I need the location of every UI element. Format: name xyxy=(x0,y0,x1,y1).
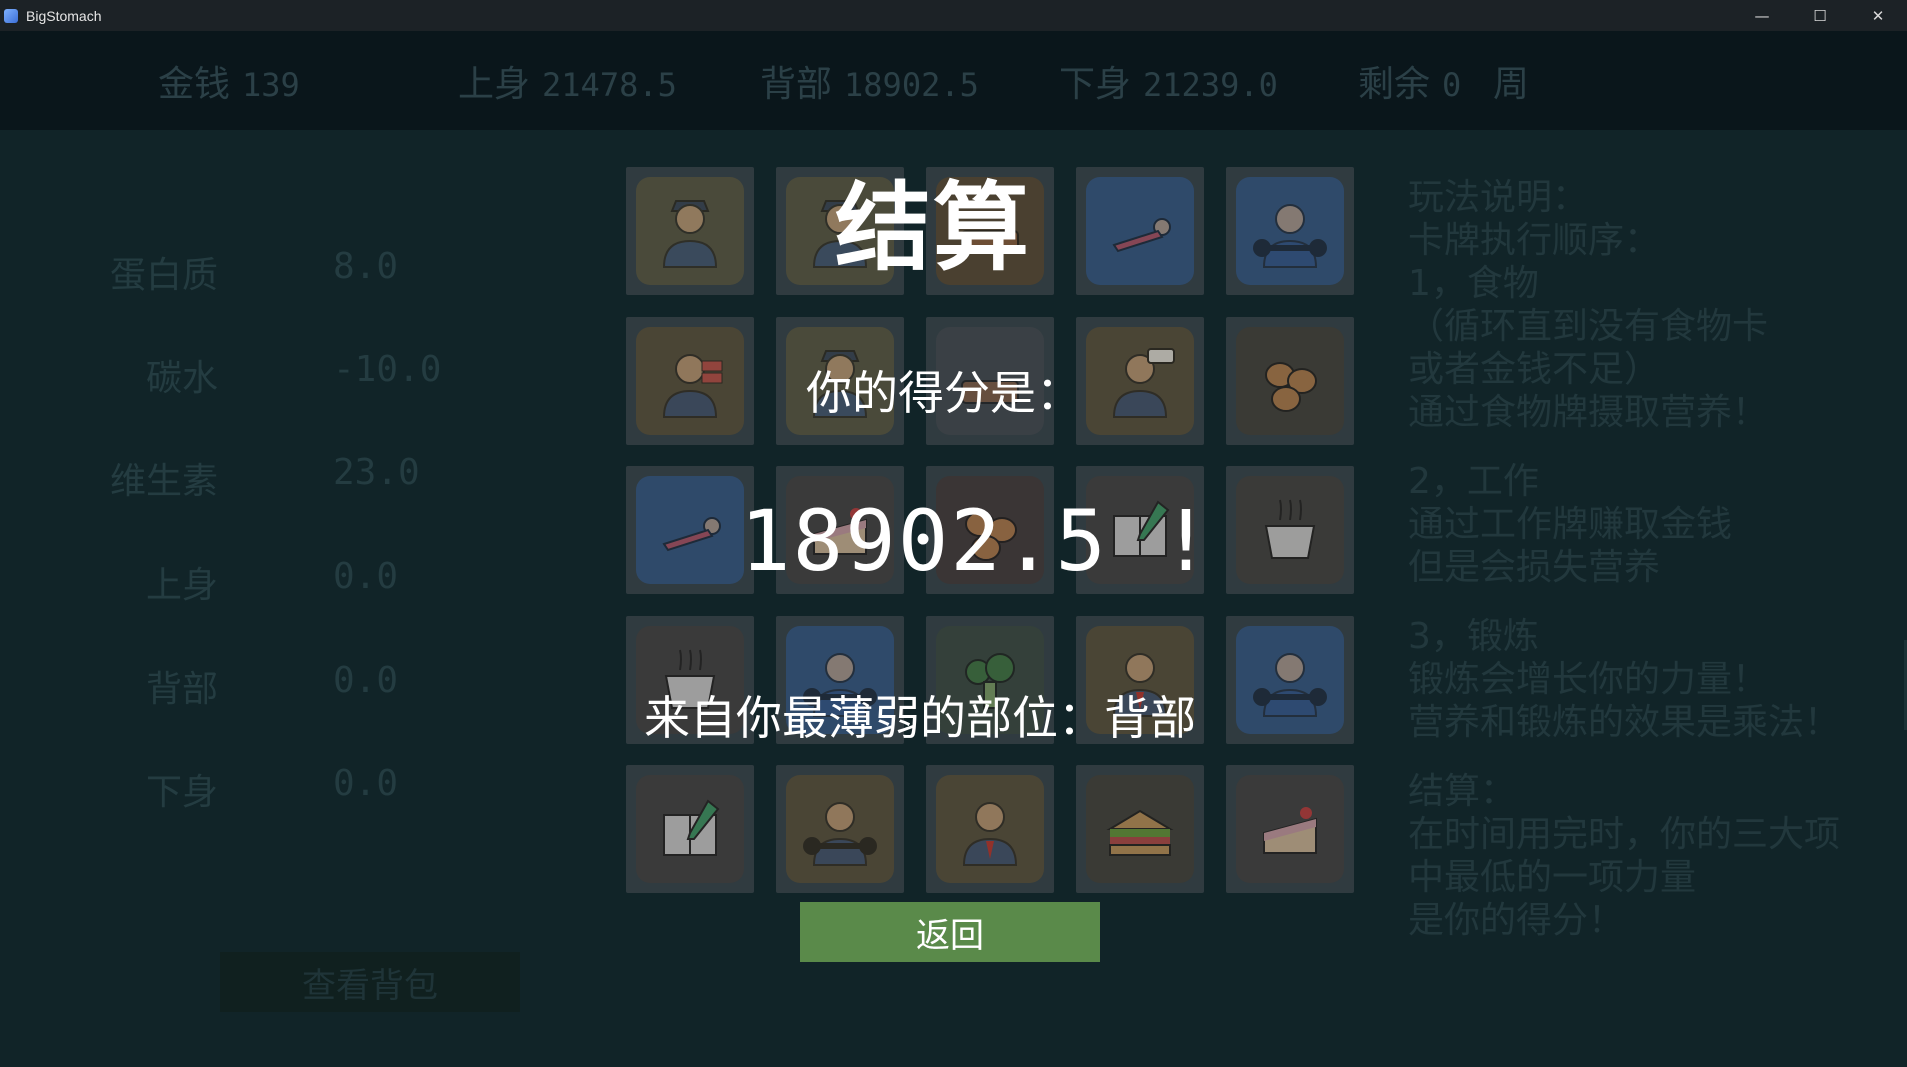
stat-remaining-weeks: 剩余 0 周 xyxy=(1358,64,1529,105)
rules-line: （循环直到没有食物卡 xyxy=(1408,306,1769,347)
businessman-icon xyxy=(936,775,1044,883)
rules-line: 1，食物 xyxy=(1408,263,1539,304)
rules-line: 营养和锻炼的效果是乘法！ xyxy=(1408,702,1841,743)
stat-back: 背部 18902.5 xyxy=(760,64,979,105)
stat-upper-body: 上身 21478.5 xyxy=(458,64,677,105)
card-slot[interactable] xyxy=(1226,466,1354,594)
window-controls: — ☐ ✕ xyxy=(1733,0,1907,31)
police-officer-icon xyxy=(636,177,744,285)
cake-slice-icon xyxy=(1236,775,1344,883)
rules-line xyxy=(1408,434,1907,460)
minimize-button[interactable]: — xyxy=(1733,0,1791,31)
rules-line: 通过工作牌赚取金钱 xyxy=(1408,504,1733,545)
window-title: BigStomach xyxy=(26,7,102,24)
card-slot[interactable] xyxy=(626,167,754,295)
card-slot[interactable] xyxy=(1076,167,1204,295)
rules-line: 卡牌执行顺序： xyxy=(1408,220,1661,261)
rules-line: 结算： xyxy=(1408,771,1517,812)
plank-exercise-icon xyxy=(1086,177,1194,285)
bricklayer-icon xyxy=(636,327,744,435)
rules-line: 2，工作 xyxy=(1408,461,1539,502)
rules-line: 但是会损失营养 xyxy=(1408,547,1661,588)
rules-line xyxy=(1408,744,1907,770)
final-score: 18902.5 ! xyxy=(740,492,1214,590)
close-button[interactable]: ✕ xyxy=(1849,0,1907,31)
nutrition-row: 背部 0.0 xyxy=(145,660,399,710)
nutrition-row: 上身 0.0 xyxy=(145,556,399,606)
score-label: 你的得分是： xyxy=(806,366,1082,420)
gym-coach-icon xyxy=(786,775,894,883)
sandwich-icon xyxy=(1086,775,1194,883)
maximize-button[interactable]: ☐ xyxy=(1791,0,1849,31)
rules-line: 3，锻炼 xyxy=(1408,616,1539,657)
noodle-bowl-icon xyxy=(1236,476,1344,584)
card-slot[interactable] xyxy=(1226,616,1354,744)
rules-line: 通过食物牌摄取营养！ xyxy=(1408,392,1769,433)
nutrition-row: 维生素 23.0 xyxy=(109,452,420,502)
stats-bar: 金钱 139 上身 21478.5 背部 18902.5 下身 21239.0 剩余 0 … xyxy=(0,31,1907,130)
rules-panel: 玩法说明： 卡牌执行顺序： 1，食物 （循环直到没有食物卡 或者金钱不足） 通过… xyxy=(1408,176,1907,942)
window-titlebar: BigStomach — ☐ ✕ xyxy=(0,0,1907,31)
pushup-icon xyxy=(636,476,744,584)
card-slot[interactable] xyxy=(626,765,754,893)
view-bag-button[interactable]: 查看背包 xyxy=(220,952,520,1012)
card-slot[interactable] xyxy=(1076,317,1204,445)
card-slot[interactable] xyxy=(776,765,904,893)
rules-line: 在时间用完时，你的三大项 xyxy=(1408,814,1841,855)
return-button[interactable]: 返回 xyxy=(800,902,1100,962)
livestream-icon xyxy=(1086,327,1194,435)
stat-lower-body: 下身 21239.0 xyxy=(1059,64,1278,105)
card-slot[interactable] xyxy=(926,765,1054,893)
rules-line: 是你的得分！ xyxy=(1408,900,1625,941)
nutrition-row: 蛋白质 8.0 xyxy=(109,246,399,296)
card-slot[interactable] xyxy=(1226,765,1354,893)
stat-money: 金钱 139 xyxy=(158,64,300,105)
rules-line: 玩法说明： xyxy=(1408,177,1589,218)
app-icon xyxy=(4,8,18,23)
card-slot[interactable] xyxy=(626,317,754,445)
cycling-icon xyxy=(1236,177,1344,285)
card-slot[interactable] xyxy=(1076,765,1204,893)
dumbbell-curl-icon xyxy=(1236,626,1344,734)
weakest-part-text: 来自你最薄弱的部位：背部 xyxy=(644,691,1196,745)
nutrition-row: 下身 0.0 xyxy=(145,763,399,813)
rules-line: 或者金钱不足） xyxy=(1408,349,1661,390)
nutrition-row: 碳水 -10.0 xyxy=(145,349,442,399)
card-slot[interactable] xyxy=(626,466,754,594)
card-slot[interactable] xyxy=(1226,167,1354,295)
result-title: 结算 xyxy=(835,172,1031,284)
rules-line xyxy=(1408,589,1907,615)
chestnuts-icon xyxy=(1236,327,1344,435)
novel-writing-icon xyxy=(636,775,744,883)
rules-line: 中最低的一项力量 xyxy=(1408,857,1697,898)
card-slot[interactable] xyxy=(1226,317,1354,445)
rules-line: 锻炼会增长你的力量！ xyxy=(1408,659,1769,700)
